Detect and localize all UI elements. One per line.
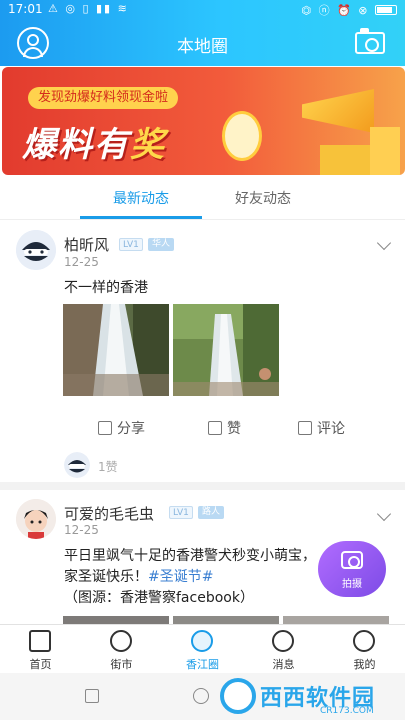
chevron-down-icon[interactable] [376,506,392,522]
role-badge: 路人 [198,506,225,519]
top-header: 17:01 ⚠ ◎ ▯ ▮▮ ≋ ⏣ ⓝ ⏰ ⊗ 本地圈 [0,0,405,66]
comment-button[interactable]: 评论 [298,418,345,438]
avatar[interactable] [16,499,56,539]
nav-home[interactable]: 首页 [0,625,81,674]
post-photo[interactable] [283,616,389,624]
nav-label: 街市 [110,658,133,671]
banner-headline-accent: 奖 [130,125,166,165]
share-label: 分享 [117,421,145,437]
like-label: 赞 [227,421,241,437]
shoot-label: 拍摄 [342,579,362,590]
recent-apps-icon[interactable] [85,689,99,703]
comment-icon [298,421,312,435]
post-text-line: 平日里飒气十足的香港警犬秒变小萌宝， [64,548,316,564]
banner-headline: 爆料有奖 [22,117,166,166]
post-author[interactable]: 柏昕风 [64,234,109,255]
boy-avatar-icon [16,499,56,539]
ninja-avatar-icon [16,230,56,270]
banner-tagline: 发现劲爆好料领现金啦 [28,87,179,109]
shoot-button[interactable]: 拍摄 [318,541,386,597]
tab-latest[interactable]: 最新动态 [113,188,169,208]
promo-banner[interactable]: 发现劲爆好料领现金啦 爆料有奖 [2,67,405,175]
status-right-icons: ⏣ ⓝ ⏰ ⊗ [301,2,397,18]
chevron-down-icon[interactable] [376,235,392,251]
gift-box-icon [370,127,400,175]
level-badge: LV1 [119,238,143,251]
waterfall-photo [63,304,169,396]
avatar[interactable] [16,230,56,270]
market-icon [110,630,132,652]
nav-label: 消息 [272,658,295,671]
liker-avatar[interactable] [64,452,90,478]
app-screen: 17:01 ⚠ ◎ ▯ ▮▮ ≋ ⏣ ⓝ ⏰ ⊗ 本地圈 发现劲爆好料领现金啦 … [0,0,405,720]
role-badge: 华人 [148,238,175,251]
post-author[interactable]: 可爱的毛毛虫 [64,503,154,524]
megaphone-icon [302,89,374,133]
feed-post: 柏昕风 LV1 华人 12-25 不一样的香港 分享 赞 评论 1赞 [0,222,405,482]
feed-tabs: 最新动态 好友动态 [0,180,405,220]
bottom-nav: 首页 街市 香江圈 消息 我的 [0,624,405,673]
home-icon [29,630,51,652]
nav-market[interactable]: 街市 [81,625,162,674]
share-button[interactable]: 分享 [98,418,145,438]
banner-headline-main: 爆料有 [22,125,130,165]
camera-icon[interactable] [355,28,385,54]
tab-friends[interactable]: 好友动态 [235,188,291,208]
post-date: 12-25 [64,523,99,537]
circle-icon [191,630,213,652]
share-icon [98,421,112,435]
ninja-avatar-icon [64,452,90,478]
post-photo[interactable] [173,304,279,396]
like-count: 1赞 [98,460,118,474]
page-title: 本地圈 [177,37,228,57]
gift-box-icon [320,145,370,175]
status-bar: 17:01 ⚠ ◎ ▯ ▮▮ ≋ ⏣ ⓝ ⏰ ⊗ [0,0,405,20]
nav-label: 香江圈 [186,658,219,671]
thumb-up-icon [208,421,222,435]
red-envelope-icon [222,111,262,161]
status-indicator-icons: ⏣ ⓝ ⏰ ⊗ [301,4,370,17]
status-left-icons: ⚠ ◎ ▯ ▮▮ ≋ [48,2,129,15]
watermark-url: CR173.COM [320,706,374,716]
level-badge: LV1 [169,506,193,519]
watermark-logo-icon [220,678,256,714]
profile-icon [353,630,375,652]
nav-circle[interactable]: 香江圈 [162,625,243,674]
post-date: 12-25 [64,255,99,269]
status-time: 17:01 [8,2,43,16]
post-text-line: 家圣诞快乐！#圣诞节# [64,567,213,588]
home-circle-icon[interactable] [193,688,209,704]
battery-icon [375,5,397,15]
waterfall-photo [173,304,279,396]
hashtag-link[interactable]: #圣诞节# [148,569,213,585]
camera-icon [341,551,363,569]
tab-active-indicator [80,216,202,219]
post-divider [0,482,405,490]
like-button[interactable]: 赞 [208,418,241,438]
post-photo[interactable] [63,304,169,396]
post-text: 不一样的香港 [64,280,148,296]
post-text-prefix: 家圣诞快乐！ [64,569,148,585]
nav-label: 我的 [353,658,376,671]
post-photo[interactable] [173,616,279,624]
nav-label: 首页 [29,658,52,671]
post-text-line: （图源：香港警察facebook） [64,590,254,606]
post-photo[interactable] [63,616,169,624]
comment-label: 评论 [317,421,345,437]
nav-profile[interactable]: 我的 [324,625,405,674]
message-icon [272,630,294,652]
nav-messages[interactable]: 消息 [243,625,324,674]
